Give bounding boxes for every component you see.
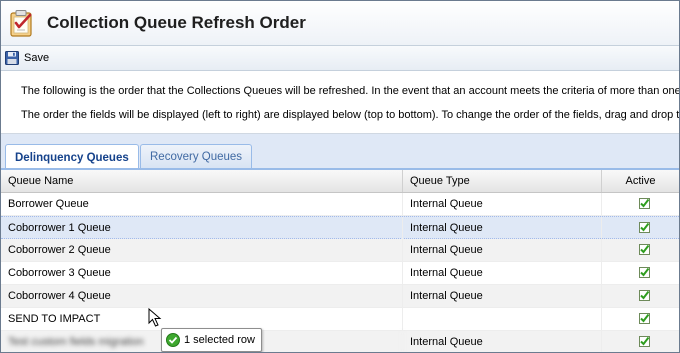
active-cell bbox=[602, 262, 679, 284]
tab-recovery-queues[interactable]: Recovery Queues bbox=[140, 144, 253, 169]
column-header-queue-name[interactable]: Queue Name bbox=[1, 170, 403, 192]
checkbox-checked-icon[interactable] bbox=[638, 197, 650, 209]
instructions-panel: The following is the order that the Coll… bbox=[1, 71, 679, 134]
active-cell bbox=[602, 239, 679, 261]
checkbox-checked-icon[interactable] bbox=[638, 266, 650, 278]
queue-type-cell: Internal Queue bbox=[403, 217, 602, 239]
active-cell bbox=[602, 331, 679, 352]
toolbar: Save bbox=[1, 46, 679, 71]
queue-grid: Queue Name Queue Type Active Borrower Qu… bbox=[1, 170, 679, 352]
table-row[interactable]: Coborrower 2 Queue Internal Queue bbox=[1, 239, 679, 262]
table-row[interactable]: Borrower Queue Internal Queue bbox=[1, 193, 679, 216]
drag-status-tooltip: 1 selected row bbox=[161, 328, 262, 352]
checkbox-checked-icon[interactable] bbox=[638, 221, 650, 233]
instruction-line-1: The following is the order that the Coll… bbox=[21, 85, 680, 97]
queue-type-cell: Internal Queue bbox=[403, 331, 602, 352]
save-button[interactable]: Save bbox=[5, 49, 49, 67]
tab-strip: Delinquency Queues Recovery Queues bbox=[1, 134, 679, 170]
table-row[interactable]: SEND TO IMPACT bbox=[1, 308, 679, 331]
table-row[interactable]: Coborrower 3 Queue Internal Queue bbox=[1, 262, 679, 285]
table-row[interactable]: Coborrower 4 Queue Internal Queue bbox=[1, 285, 679, 308]
column-header-queue-type[interactable]: Queue Type bbox=[403, 170, 602, 192]
floppy-disk-icon bbox=[5, 51, 19, 65]
queue-type-cell: Internal Queue bbox=[403, 285, 602, 307]
active-cell bbox=[602, 308, 679, 330]
queue-name-cell: Coborrower 2 Queue bbox=[1, 239, 403, 261]
queue-name-cell: Coborrower 3 Queue bbox=[1, 262, 403, 284]
checklist-icon bbox=[10, 10, 32, 37]
queue-type-cell: Internal Queue bbox=[403, 193, 602, 215]
instruction-line-2: The order the fields will be displayed (… bbox=[21, 109, 680, 121]
column-header-active[interactable]: Active bbox=[602, 170, 679, 192]
active-cell bbox=[602, 285, 679, 307]
checkbox-checked-icon[interactable] bbox=[638, 289, 650, 301]
active-cell bbox=[602, 193, 679, 215]
table-row[interactable]: Coborrower 1 Queue Internal Queue bbox=[1, 216, 679, 239]
mouse-pointer-icon bbox=[148, 308, 162, 327]
active-cell bbox=[602, 217, 679, 239]
checkbox-checked-icon[interactable] bbox=[638, 335, 650, 347]
title-bar: Collection Queue Refresh Order bbox=[1, 1, 679, 46]
queue-name-cell: SEND TO IMPACT bbox=[1, 308, 403, 330]
queue-type-cell: Internal Queue bbox=[403, 262, 602, 284]
grid-header: Queue Name Queue Type Active bbox=[1, 170, 679, 193]
table-row[interactable]: Test custom fields migration Internal Qu… bbox=[1, 331, 679, 352]
tab-delinquency-queues[interactable]: Delinquency Queues bbox=[5, 144, 139, 170]
queue-name-cell: Coborrower 4 Queue bbox=[1, 285, 403, 307]
checkbox-checked-icon[interactable] bbox=[638, 312, 650, 324]
save-button-label: Save bbox=[24, 52, 50, 64]
queue-type-cell: Internal Queue bbox=[403, 239, 602, 261]
drag-status-text: 1 selected row bbox=[184, 334, 255, 346]
checkbox-checked-icon[interactable] bbox=[638, 243, 650, 255]
app-window: Collection Queue Refresh Order Save The … bbox=[0, 0, 680, 353]
queue-name-cell: Borrower Queue bbox=[1, 193, 403, 215]
queue-name-cell: Coborrower 1 Queue bbox=[1, 217, 403, 239]
page-title: Collection Queue Refresh Order bbox=[47, 13, 306, 32]
drop-allowed-icon bbox=[166, 333, 180, 347]
queue-type-cell bbox=[403, 308, 602, 330]
